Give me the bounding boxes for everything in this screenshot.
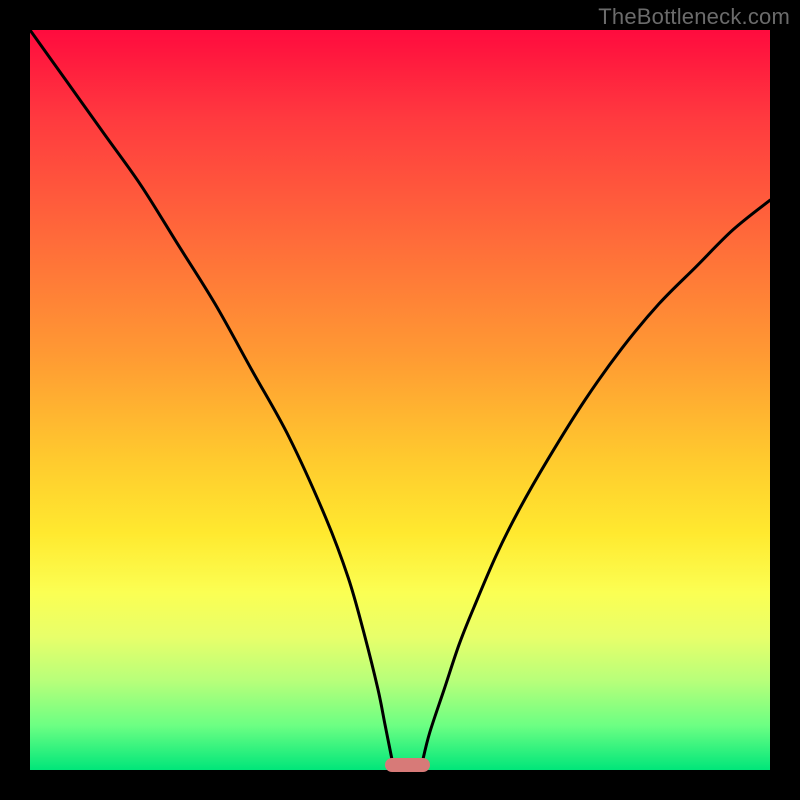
curve-right-branch: [422, 200, 770, 762]
curve-left-branch: [30, 30, 393, 763]
curve-layer: [30, 30, 770, 770]
watermark-text: TheBottleneck.com: [598, 4, 790, 30]
bottleneck-marker: [385, 758, 429, 772]
chart-frame: TheBottleneck.com: [0, 0, 800, 800]
plot-area: [30, 30, 770, 770]
